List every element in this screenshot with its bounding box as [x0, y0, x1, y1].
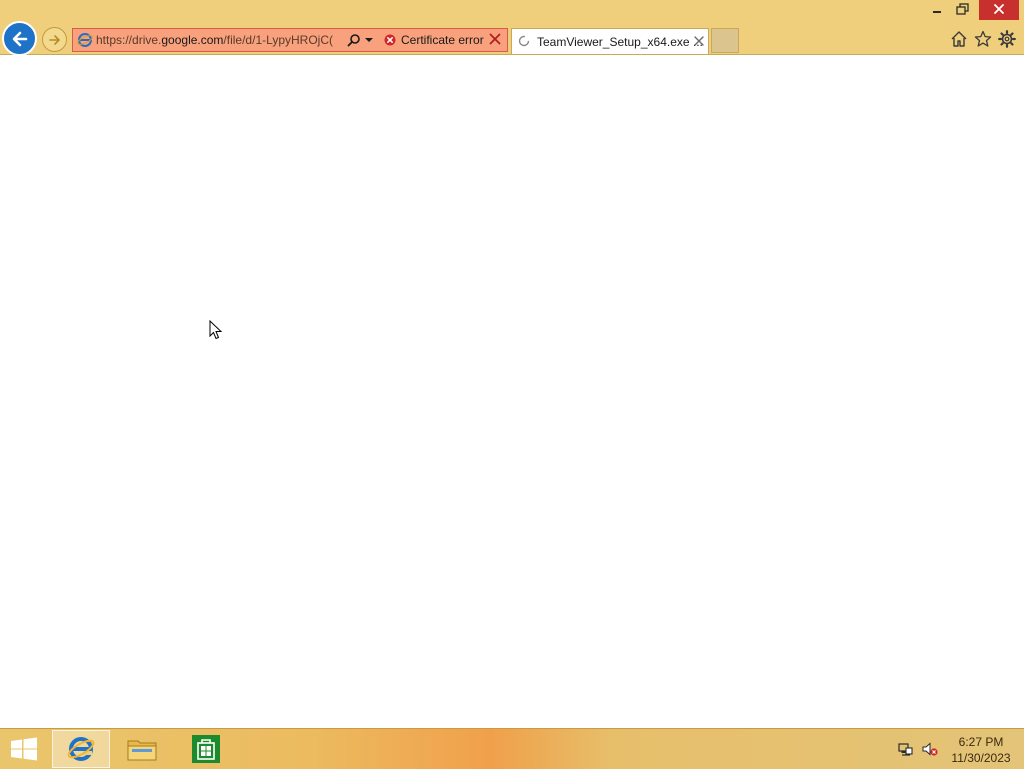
url-prefix: https://drive.	[96, 33, 162, 47]
certificate-error-icon[interactable]	[384, 34, 396, 46]
loading-spinner-icon	[518, 35, 530, 47]
back-arrow-icon	[12, 31, 27, 46]
tab-close-icon[interactable]	[694, 36, 704, 46]
tab-title: TeamViewer_Setup_x64.exe ...	[537, 35, 703, 49]
browser-chrome: https://drive.google.com/file/d/1-LypyHR…	[0, 0, 1024, 56]
page-content[interactable]	[0, 55, 1024, 728]
system-clock[interactable]: 6:27 PM 11/30/2023	[946, 734, 1016, 766]
mouse-cursor-icon	[209, 320, 223, 340]
gear-icon[interactable]	[998, 30, 1016, 48]
ie-icon	[67, 737, 95, 761]
forward-arrow-icon	[48, 34, 60, 45]
url-host: google.com	[161, 33, 224, 47]
close-icon	[994, 4, 1004, 14]
star-icon[interactable]	[974, 30, 992, 48]
home-icon[interactable]	[950, 30, 968, 48]
dropdown-chevron-icon[interactable]	[365, 36, 373, 44]
windows-start-icon[interactable]	[10, 737, 38, 761]
store-icon	[192, 735, 220, 763]
taskbar-app-store[interactable]	[182, 733, 230, 765]
restore-icon[interactable]	[949, 0, 975, 20]
clock-time: 6:27 PM	[958, 735, 1004, 749]
url-path: /file/d/1-LypyHROjC(	[223, 33, 334, 47]
forward-button[interactable]	[42, 27, 67, 52]
taskbar: 6:27 PM 11/30/2023	[0, 728, 1024, 769]
minimize-icon[interactable]	[925, 0, 949, 20]
search-icon[interactable]	[347, 33, 361, 47]
ie-page-icon	[77, 33, 93, 47]
certificate-error-label[interactable]: Certificate error	[401, 33, 484, 47]
new-tab-button[interactable]	[711, 28, 739, 53]
folder-icon	[127, 740, 157, 761]
back-button[interactable]	[2, 21, 37, 56]
close-window-button[interactable]	[979, 0, 1019, 20]
network-icon[interactable]	[898, 741, 914, 757]
speaker-muted-icon[interactable]	[922, 741, 938, 757]
clock-date: 11/30/2023	[951, 751, 1011, 765]
url-text[interactable]: https://drive.google.com/file/d/1-LypyHR…	[96, 33, 344, 49]
stop-icon[interactable]	[488, 32, 502, 46]
taskbar-app-internet-explorer[interactable]	[52, 730, 110, 768]
tab-active[interactable]: TeamViewer_Setup_x64.exe ...	[511, 28, 709, 54]
taskbar-app-file-explorer[interactable]	[118, 733, 166, 765]
address-bar[interactable]: https://drive.google.com/file/d/1-LypyHR…	[72, 28, 508, 52]
